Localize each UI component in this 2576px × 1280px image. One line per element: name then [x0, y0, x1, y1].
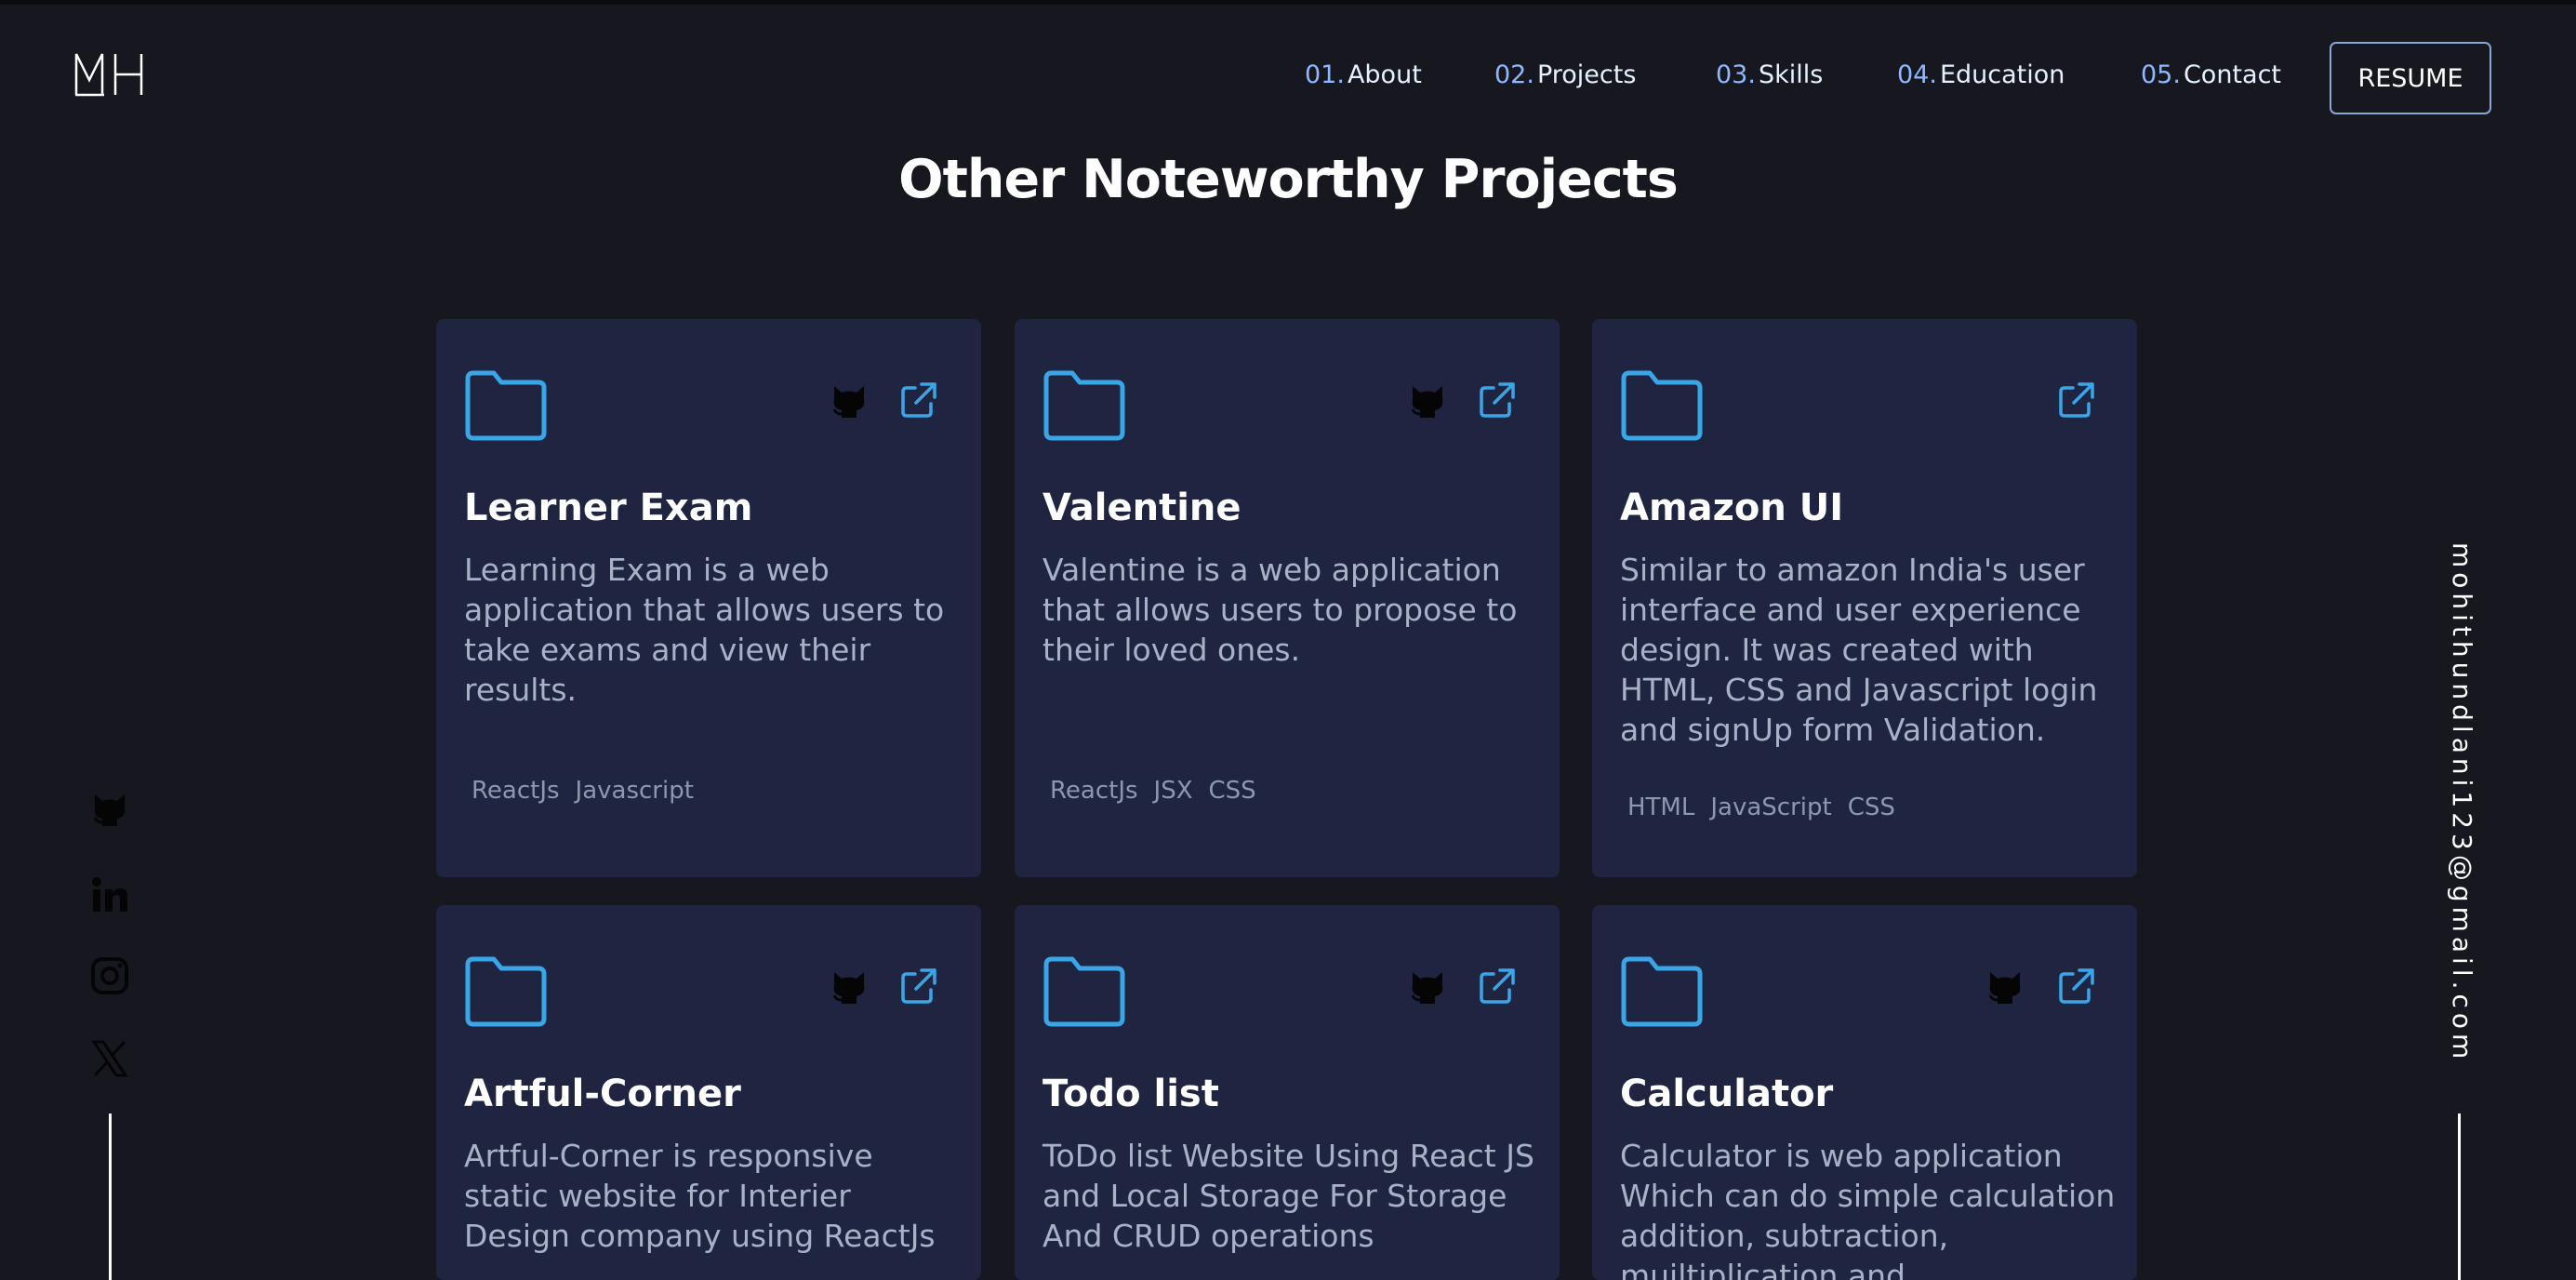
project-title[interactable]: Todo list: [1042, 1073, 1219, 1115]
folder-icon: [1043, 370, 1125, 441]
project-description: Learning Exam is a web application that …: [464, 552, 945, 708]
external-link-icon[interactable]: [899, 380, 938, 420]
tag: JSX: [1153, 777, 1193, 805]
section-title: Other Noteworthy Projects: [898, 149, 1679, 210]
project-card: Todo list ToDo list Website Using React …: [1015, 905, 1560, 1280]
top-border: [0, 0, 2576, 5]
project-tags: ReactJs JSX CSS: [1050, 777, 1272, 805]
email-link[interactable]: mohithundlani123@gmail.com: [2440, 542, 2477, 1063]
project-title[interactable]: Learner Exam: [464, 487, 752, 529]
external-link-icon[interactable]: [1478, 380, 1517, 420]
nav-item-projects[interactable]: 02. Projects: [1494, 60, 1636, 89]
project-tags: ReactJs Javascript: [471, 777, 710, 805]
nav-label: Skills: [1758, 60, 1824, 89]
project-description: Artful-Corner is responsive static websi…: [464, 1138, 936, 1254]
left-divider-line: [109, 1113, 112, 1280]
project-title[interactable]: Valentine: [1042, 487, 1242, 529]
nav-number: 01.: [1305, 60, 1345, 89]
project-title[interactable]: Amazon UI: [1620, 487, 1843, 529]
tag: HTML: [1627, 793, 1695, 821]
external-link-icon[interactable]: [2057, 380, 2096, 420]
project-card: Valentine Valentine is a web application…: [1015, 319, 1560, 877]
nav-label: Contact: [2183, 60, 2281, 89]
folder-icon: [465, 956, 547, 1027]
linkedin-icon[interactable]: [89, 874, 130, 915]
nav-number: 03.: [1716, 60, 1756, 89]
nav-item-education[interactable]: 04. Education: [1897, 60, 2065, 89]
nav-item-skills[interactable]: 03. Skills: [1716, 60, 1823, 89]
project-tags: HTML JavaScript CSS: [1627, 793, 1911, 821]
instagram-icon[interactable]: [89, 955, 130, 996]
nav-number: 04.: [1897, 60, 1937, 89]
project-description: Valentine is a web application that allo…: [1042, 552, 1518, 668]
github-icon[interactable]: [829, 380, 870, 421]
nav-number: 02.: [1494, 60, 1534, 89]
x-icon[interactable]: [89, 1038, 130, 1079]
external-link-icon[interactable]: [2057, 967, 2096, 1006]
project-card: Amazon UI Similar to amazon India's user…: [1592, 319, 2137, 877]
tag: Javascript: [575, 777, 694, 805]
tag: JavaScript: [1710, 793, 1832, 821]
folder-icon: [1043, 956, 1125, 1027]
tag: ReactJs: [471, 777, 560, 805]
github-icon[interactable]: [1985, 967, 2025, 1007]
nav-label: Projects: [1536, 60, 1637, 89]
tag: ReactJs: [1050, 777, 1138, 805]
project-card: Learner Exam Learning Exam is a web appl…: [436, 319, 981, 877]
project-title[interactable]: Artful-Corner: [464, 1073, 741, 1115]
project-card: Artful-Corner Artful-Corner is responsiv…: [436, 905, 981, 1280]
project-description: ToDo list Website Using React JS and Loc…: [1042, 1138, 1534, 1254]
project-description: Calculator is web application Which can …: [1620, 1138, 2116, 1280]
github-icon[interactable]: [89, 789, 130, 830]
folder-icon: [1621, 956, 1703, 1027]
logo-icon[interactable]: [74, 52, 145, 97]
nav-item-contact[interactable]: 05. Contact: [2141, 60, 2281, 89]
github-icon[interactable]: [829, 967, 870, 1007]
external-link-icon[interactable]: [899, 967, 938, 1006]
folder-icon: [465, 370, 547, 441]
tag: CSS: [1208, 777, 1256, 805]
right-divider-line: [2458, 1113, 2461, 1280]
tag: CSS: [1847, 793, 1895, 821]
nav-label: About: [1347, 60, 1422, 89]
project-card: Calculator Calculator is web application…: [1592, 905, 2137, 1280]
nav-item-about[interactable]: 01. About: [1305, 60, 1422, 89]
external-link-icon[interactable]: [1478, 967, 1517, 1006]
resume-button[interactable]: RESUME: [2330, 42, 2491, 114]
github-icon[interactable]: [1407, 380, 1448, 421]
github-icon[interactable]: [1407, 967, 1448, 1007]
nav-number: 05.: [2141, 60, 2181, 89]
project-description: Similar to amazon India's user interface…: [1620, 552, 2098, 748]
folder-icon: [1621, 370, 1703, 441]
project-title[interactable]: Calculator: [1620, 1073, 1833, 1115]
nav-label: Education: [1939, 60, 2065, 89]
